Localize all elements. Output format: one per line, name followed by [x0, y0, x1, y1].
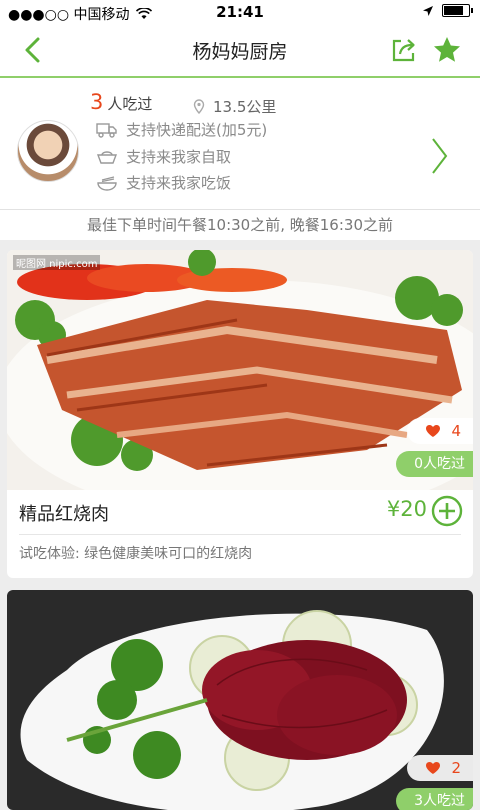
bowl-icon — [97, 175, 117, 191]
distance-info: 13.5公里 — [193, 96, 276, 117]
divider — [19, 534, 461, 535]
favorite-star-button[interactable] — [432, 35, 462, 65]
service-delivery: 支持快递配送(加5元) — [96, 119, 267, 140]
chevron-right-icon[interactable] — [430, 136, 450, 176]
service-pickup: 支持来我家自取 — [96, 146, 231, 167]
location-arrow-icon — [423, 5, 433, 16]
eaten-count: 3 — [90, 90, 104, 114]
dish-card[interactable]: 2 3人吃过 — [7, 590, 473, 810]
like-counter[interactable]: 2 — [407, 755, 473, 781]
eaten-badge: 0人吃过 — [396, 451, 473, 477]
heart-icon — [426, 762, 441, 774]
service-label: 支持来我家自取 — [126, 148, 232, 166]
image-watermark: 昵图网 nipic.com — [13, 255, 101, 270]
battery-icon — [442, 4, 473, 17]
order-time-tip: 最佳下单时间午餐10:30之前, 晚餐16:30之前 — [0, 210, 480, 240]
navigation-bar: 杨妈妈厨房 — [0, 24, 480, 78]
like-count: 2 — [451, 759, 461, 777]
add-to-cart-button[interactable] — [431, 495, 463, 527]
share-button[interactable] — [390, 36, 418, 64]
clock: 21:41 — [216, 3, 264, 21]
dish-description: 试吃体验: 绿色健康美味可口的红烧肉 — [19, 546, 253, 562]
dish-photo[interactable] — [7, 590, 473, 810]
eaten-summary: 3 人吃过 — [90, 90, 152, 114]
basket-icon — [96, 150, 118, 164]
truck-icon — [96, 122, 117, 138]
eaten-badge: 3人吃过 — [396, 788, 473, 810]
service-label: 支持快递配送(加5元) — [126, 121, 268, 139]
service-label: 支持来我家吃饭 — [126, 174, 232, 192]
heart-icon — [426, 425, 441, 437]
dish-card[interactable]: 昵图网 nipic.com 4 0人吃过 精品红烧肉 ¥20 试吃体验: 绿色健… — [7, 250, 473, 578]
service-dine-in: 支持来我家吃饭 — [96, 172, 231, 193]
like-counter[interactable]: 4 — [407, 418, 473, 444]
dish-price: ¥20 — [386, 497, 427, 521]
status-bar: ●●●○○ 中国移动 21:41 — [0, 0, 480, 24]
kitchen-info-panel[interactable]: 3 人吃过 13.5公里 支持快递配送(加5元) 支持来我家自取 支持来我家吃饭 — [0, 78, 480, 210]
dish-name: 精品红烧肉 — [19, 504, 109, 525]
like-count: 4 — [451, 422, 461, 440]
chef-avatar — [17, 120, 79, 182]
distance-value: 13.5公里 — [213, 98, 277, 116]
location-pin-icon — [193, 98, 205, 114]
eaten-label: 人吃过 — [107, 95, 153, 113]
